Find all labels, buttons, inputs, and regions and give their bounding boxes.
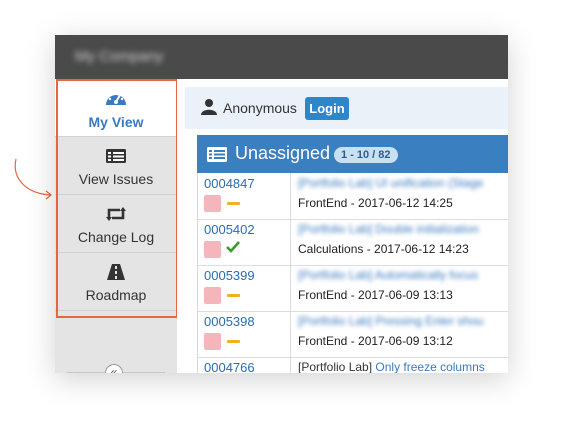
issue-id-link[interactable]: 0004847 <box>204 176 255 191</box>
top-navbar: My Company <box>55 35 508 79</box>
main-content: Anonymous Login Unassigned 1 - 10 / 82 0… <box>177 79 508 373</box>
sidebar: My View View Issues Change Log Roadmap « <box>55 79 178 373</box>
status-minus-icon <box>227 202 240 205</box>
project-label: [Portfolio Lab] <box>298 360 373 373</box>
id-cell: 0004766 <box>198 357 291 373</box>
collapse-sidebar-button[interactable]: « <box>105 364 123 373</box>
table-row: 0005402 [Portfolio Lab] Double initializ… <box>198 219 508 266</box>
pointer-arrow <box>14 158 52 200</box>
username: Anonymous <box>223 100 297 116</box>
status-minus-icon <box>227 294 240 297</box>
id-cell: 0005398 <box>198 311 291 357</box>
id-cell: 0005402 <box>198 219 291 265</box>
panel-title: Unassigned <box>235 143 331 163</box>
issue-meta: FrontEnd - 2017-06-09 13:12 <box>298 334 453 348</box>
id-cell: 0004847 <box>198 173 291 219</box>
issue-summary: [Portfolio Lab] Only freeze columns <box>298 360 485 373</box>
table-row: 0005398 [Portfolio Lab] Pressing Enter s… <box>198 311 508 358</box>
panel-header[interactable]: Unassigned 1 - 10 / 82 <box>197 135 508 173</box>
status-minus-icon <box>227 340 240 343</box>
highlight-frame <box>56 79 178 318</box>
issue-meta: Calculations - 2017-06-12 14:23 <box>298 242 469 256</box>
user-icon <box>201 99 217 115</box>
id-cell: 0005399 <box>198 265 291 311</box>
issue-summary-link[interactable]: [Portfolio Lab] Double initialization <box>298 222 479 236</box>
table-row: 0004847 [Portfolio Lab] UI unification (… <box>198 173 508 220</box>
issue-id-link[interactable]: 0004766 <box>204 360 255 373</box>
priority-indicator <box>204 333 221 350</box>
table-row: 0005399 [Portfolio Lab] Automatically fo… <box>198 265 508 312</box>
issue-summary-link[interactable]: Only freeze columns <box>375 360 484 373</box>
priority-indicator <box>204 195 221 212</box>
user-bar: Anonymous Login <box>185 87 508 129</box>
issue-summary-link[interactable]: [Portfolio Lab] UI unification (Stage <box>298 176 483 190</box>
check-icon <box>226 241 240 253</box>
issue-list: 0004847 [Portfolio Lab] UI unification (… <box>197 173 508 373</box>
list-icon <box>207 147 227 162</box>
issue-id-link[interactable]: 0005402 <box>204 222 255 237</box>
app-window: My Company My View View Issues Change Lo… <box>55 35 508 373</box>
issue-meta: FrontEnd - 2017-06-12 14:25 <box>298 196 453 210</box>
count-badge: 1 - 10 / 82 <box>334 147 398 163</box>
issue-id-link[interactable]: 0005399 <box>204 268 255 283</box>
issue-summary-link[interactable]: [Portfolio Lab] Automatically focus <box>298 268 478 282</box>
issue-id-link[interactable]: 0005398 <box>204 314 255 329</box>
priority-indicator <box>204 287 221 304</box>
priority-indicator <box>204 241 221 258</box>
issue-summary-link[interactable]: [Portfolio Lab] Pressing Enter shou <box>298 314 483 328</box>
brand-title[interactable]: My Company <box>75 48 163 65</box>
issue-meta: FrontEnd - 2017-06-09 13:13 <box>298 288 453 302</box>
table-row: 0004766 [Portfolio Lab] Only freeze colu… <box>198 357 508 373</box>
login-button[interactable]: Login <box>305 97 349 120</box>
